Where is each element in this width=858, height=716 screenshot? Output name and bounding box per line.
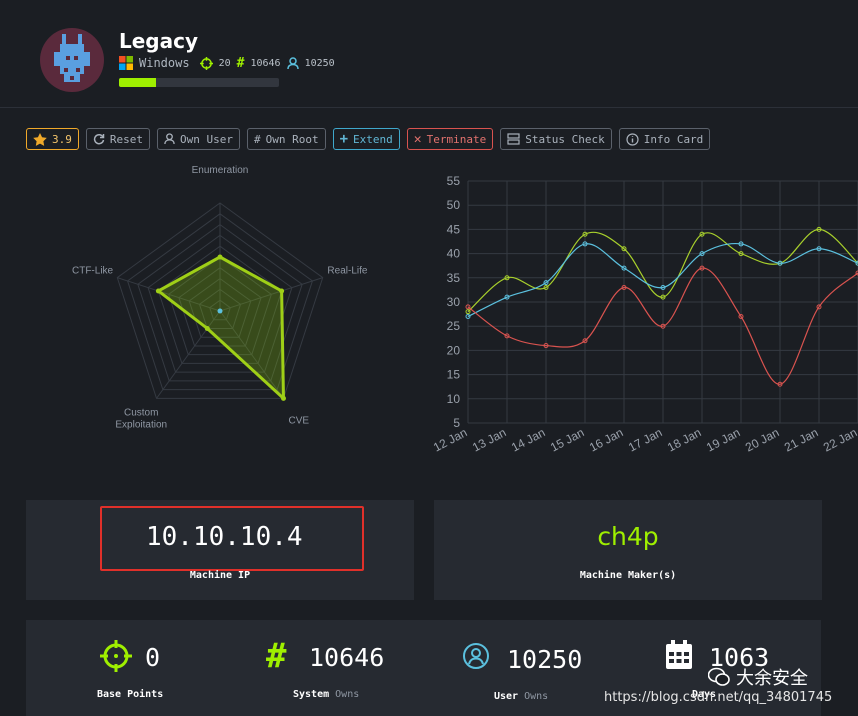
line-chart-y-tick: 55 xyxy=(447,174,461,188)
machine-avatar xyxy=(40,28,104,92)
reset-button[interactable]: Reset xyxy=(85,128,150,150)
system-owns-label-sub: Owns xyxy=(335,689,360,700)
line-chart-x-tick: 20 Jan xyxy=(743,425,781,454)
info-icon xyxy=(626,132,639,146)
line-chart-y-tick: 30 xyxy=(447,295,461,309)
extend-label: Extend xyxy=(353,132,393,146)
os-label: Windows xyxy=(139,56,190,70)
line-chart-x-tick: 12 Jan xyxy=(431,425,469,454)
user-owns-label: User Owns xyxy=(494,691,548,702)
radar-axis-label: Real-Life xyxy=(327,266,367,277)
radar-axis-label: Custom Exploitation xyxy=(115,407,167,430)
radar-chart: Enumeration Real-Life CVE Custom Exploitatio… xyxy=(72,165,368,430)
own-root-button[interactable]: # Own Root xyxy=(246,128,326,150)
radar-data-point xyxy=(279,288,285,294)
line-chart-y-tick: 10 xyxy=(447,392,461,406)
extend-button[interactable]: + Extend xyxy=(332,128,400,150)
line-chart-y-tick: 40 xyxy=(447,247,461,261)
line-chart-x-tick: 16 Jan xyxy=(587,425,625,454)
star-icon xyxy=(33,132,47,146)
wechat-icon xyxy=(708,667,730,686)
action-toolbar: 3.9 Reset Own User # Own Root + Extend ✕… xyxy=(26,128,711,150)
machine-title: Legacy xyxy=(119,29,199,53)
progress-fill xyxy=(119,78,156,87)
calendar-icon xyxy=(666,640,692,669)
system-owns-label-text: System xyxy=(293,689,330,700)
user-owns-value: 10250 xyxy=(304,57,335,69)
line-chart-y-tick: 20 xyxy=(447,343,461,357)
plus-icon: + xyxy=(339,131,349,147)
machine-meta: Windows 20 # 10646 10250 xyxy=(119,55,335,71)
refresh-icon xyxy=(93,133,105,145)
info-card-label: Info Card xyxy=(643,132,704,146)
machine-ip-label: Machine IP xyxy=(189,570,251,581)
line-chart-x-tick: 21 Jan xyxy=(782,425,820,454)
status-check-label: Status Check xyxy=(525,132,605,146)
radar-axis-label-line: Custom xyxy=(124,407,158,418)
server-icon xyxy=(507,133,520,145)
ip-highlight-box xyxy=(100,506,364,571)
radar-data-point xyxy=(280,395,286,401)
user-owns-label-sub: Owns xyxy=(524,691,549,702)
radar-data-point xyxy=(204,325,210,331)
user-circle-icon xyxy=(463,643,489,669)
hash-icon: # xyxy=(236,55,245,71)
wechat-watermark: 大余安全 xyxy=(708,664,808,690)
user-icon xyxy=(286,56,299,69)
reset-label: Reset xyxy=(109,132,143,146)
terminate-button[interactable]: ✕ Terminate xyxy=(406,128,494,150)
hash-icon: # xyxy=(253,132,261,146)
machine-maker-label: Machine Maker(s) xyxy=(579,570,677,581)
system-owns-value: 10646 xyxy=(250,57,281,69)
own-user-label: Own User xyxy=(180,132,233,146)
rating-button[interactable]: 3.9 xyxy=(26,128,79,150)
line-chart-y-tick: 50 xyxy=(447,198,461,212)
status-check-button[interactable]: Status Check xyxy=(500,128,612,150)
line-chart-x-tick: 17 Jan xyxy=(626,425,664,454)
machine-header: Legacy Windows 20 # 10646 10250 xyxy=(0,0,858,108)
line-chart-y-tick: 45 xyxy=(447,222,461,236)
radar-axis-label: Enumeration xyxy=(192,165,249,176)
watermark-text: 大余安全 xyxy=(736,668,808,689)
base-points-label: Base Points xyxy=(97,689,163,700)
hash-icon: # xyxy=(266,636,287,676)
info-card-button[interactable]: Info Card xyxy=(618,128,711,150)
activity-line-chart: 51015202530354045505512 Jan 13 Jan 14 Jan 1… xyxy=(431,174,858,455)
system-owns-stat-value: 10646 xyxy=(309,643,385,672)
line-chart-y-tick: 15 xyxy=(447,368,461,382)
radar-data-point xyxy=(217,254,223,260)
system-owns-label: System Owns xyxy=(293,689,359,700)
line-chart-y-tick: 25 xyxy=(447,319,461,333)
terminate-label: Terminate xyxy=(426,132,487,146)
own-root-label: Own Root xyxy=(265,132,319,146)
line-chart-x-tick: 15 Jan xyxy=(548,425,586,454)
points-value: 20 xyxy=(218,57,231,69)
radar-center-point xyxy=(217,308,223,314)
radar-axis-label: CVE xyxy=(288,415,309,426)
blog-url: https://blog.csdn.net/qq_34801745 xyxy=(604,690,833,705)
user-owns-stat-value: 10250 xyxy=(507,645,583,674)
radar-axis-label: CTF-Like xyxy=(72,266,114,277)
avatar-image xyxy=(54,34,90,82)
base-points-label-text: Base Points xyxy=(97,689,164,700)
progress-bar xyxy=(119,78,279,87)
crosshair-icon xyxy=(100,640,132,672)
line-chart-x-tick: 19 Jan xyxy=(704,425,742,454)
crosshair-icon xyxy=(199,56,213,70)
own-user-button[interactable]: Own User xyxy=(157,128,240,150)
user-owns-label-text: User xyxy=(494,691,519,702)
radar-data-point xyxy=(155,288,161,294)
base-points-value: 0 xyxy=(145,643,161,672)
user-icon xyxy=(164,133,175,145)
radar-axis-label-line: Exploitation xyxy=(115,419,167,430)
rating-value: 3.9 xyxy=(52,132,72,146)
line-chart-x-tick: 18 Jan xyxy=(665,425,703,454)
line-chart-y-tick: 35 xyxy=(447,271,461,285)
line-chart-x-tick: 13 Jan xyxy=(470,425,508,454)
windows-icon xyxy=(119,56,133,70)
line-chart-x-tick: 22 Jan xyxy=(821,425,858,454)
machine-maker-value[interactable]: ch4p xyxy=(434,522,822,551)
line-chart-x-tick: 14 Jan xyxy=(509,425,547,454)
close-icon: ✕ xyxy=(413,131,422,147)
